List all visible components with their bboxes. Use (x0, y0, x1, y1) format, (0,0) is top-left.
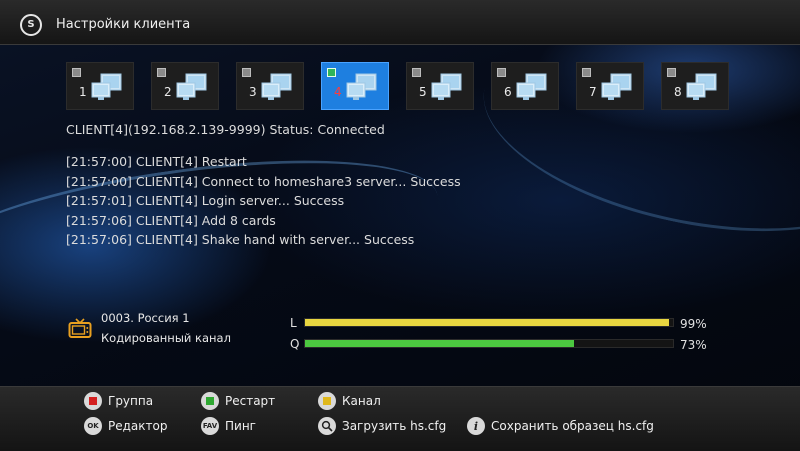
client-tab-number: 2 (164, 85, 172, 99)
client-tab-3[interactable]: 3 (236, 62, 304, 110)
status-indicator-icon (412, 68, 421, 77)
client-tab-number: 8 (674, 85, 682, 99)
fav-ping-button[interactable]: FAV Пинг (201, 417, 256, 435)
ok-key-icon: OK (84, 417, 102, 435)
green-restart-button[interactable]: Рестарт (201, 392, 275, 410)
red-button-label: Группа (108, 394, 154, 408)
footer-bar: Группа Рестарт Канал OK Редактор FAV Пин… (0, 386, 800, 451)
network-computers-icon (346, 72, 378, 102)
client-tab-5[interactable]: 5 (406, 62, 474, 110)
signal-quality-value: 73% (680, 338, 707, 352)
network-computers-icon (431, 72, 463, 102)
signal-quality-bar (304, 339, 674, 348)
network-computers-icon (601, 72, 633, 102)
fav-key-icon: FAV (201, 417, 219, 435)
client-status: CLIENT[4](192.168.2.139-9999) Status: Co… (66, 122, 385, 137)
client-tab-7[interactable]: 7 (576, 62, 644, 110)
red-key-icon (84, 392, 102, 410)
signal-level-fill (305, 319, 670, 326)
signal-quality-fill (305, 340, 574, 347)
ok-button-label: Редактор (108, 419, 168, 433)
info-icon: i (467, 417, 485, 435)
channel-name: 0003. Россия 1 (101, 311, 190, 325)
client-tab-number: 5 (419, 85, 427, 99)
log-line: [21:57:06] CLIENT[4] Shake hand with ser… (66, 232, 415, 247)
yellow-key-icon (318, 392, 336, 410)
status-indicator-icon (157, 68, 166, 77)
signal-level-bar (304, 318, 674, 327)
status-indicator-icon (242, 68, 251, 77)
status-indicator-icon (497, 68, 506, 77)
client-tab-4[interactable]: 4 (321, 62, 389, 110)
header-bar: S Настройки клиента (0, 0, 800, 45)
client-tab-1[interactable]: 1 (66, 62, 134, 110)
log-line: [21:57:00] CLIENT[4] Restart (66, 154, 247, 169)
signal-level-value: 99% (680, 317, 707, 331)
client-tab-2[interactable]: 2 (151, 62, 219, 110)
signal-quality-label: Q (290, 337, 300, 351)
save-config-label: Сохранить образец hs.cfg (491, 419, 654, 433)
network-computers-icon (176, 72, 208, 102)
log-line: [21:57:00] CLIENT[4] Connect to homeshar… (66, 173, 461, 189)
client-tab-number: 3 (249, 85, 257, 99)
log-line: [21:57:06] CLIENT[4] Add 8 cards (66, 212, 276, 228)
green-key-icon (201, 392, 219, 410)
client-tab-number: 1 (79, 85, 87, 99)
yellow-channel-button[interactable]: Канал (318, 392, 381, 410)
network-computers-icon (261, 72, 293, 102)
search-icon (318, 417, 336, 435)
client-tab-number: 6 (504, 85, 512, 99)
channel-scrambled-status: Кодированный канал (101, 331, 231, 345)
app-logo-icon: S (20, 14, 42, 36)
tv-icon (68, 318, 92, 338)
network-computers-icon (686, 72, 718, 102)
ok-editor-button[interactable]: OK Редактор (84, 417, 167, 435)
status-indicator-icon (327, 68, 336, 77)
client-tab-6[interactable]: 6 (491, 62, 559, 110)
green-button-label: Рестарт (225, 394, 276, 408)
client-tabs: 1 2 3 4 5 6 7 8 (66, 62, 736, 110)
status-indicator-icon (667, 68, 676, 77)
event-log: [21:57:00] CLIENT[4] Restart [21:57:00] C… (66, 152, 461, 250)
client-tab-8[interactable]: 8 (661, 62, 729, 110)
yellow-button-label: Канал (342, 394, 381, 408)
client-tab-number: 4 (334, 85, 342, 99)
log-line: [21:57:01] CLIENT[4] Login server... Suc… (66, 193, 345, 208)
network-computers-icon (91, 72, 123, 102)
status-indicator-icon (582, 68, 591, 77)
red-group-button[interactable]: Группа (84, 392, 153, 410)
load-config-label: Загрузить hs.cfg (342, 419, 447, 433)
page-title: Настройки клиента (56, 17, 191, 32)
client-tab-number: 7 (589, 85, 597, 99)
save-config-button[interactable]: i Сохранить образец hs.cfg (467, 417, 654, 435)
load-config-button[interactable]: Загрузить hs.cfg (318, 417, 446, 435)
fav-button-label: Пинг (225, 419, 256, 433)
status-indicator-icon (72, 68, 81, 77)
network-computers-icon (516, 72, 548, 102)
signal-level-label: L (290, 316, 297, 330)
